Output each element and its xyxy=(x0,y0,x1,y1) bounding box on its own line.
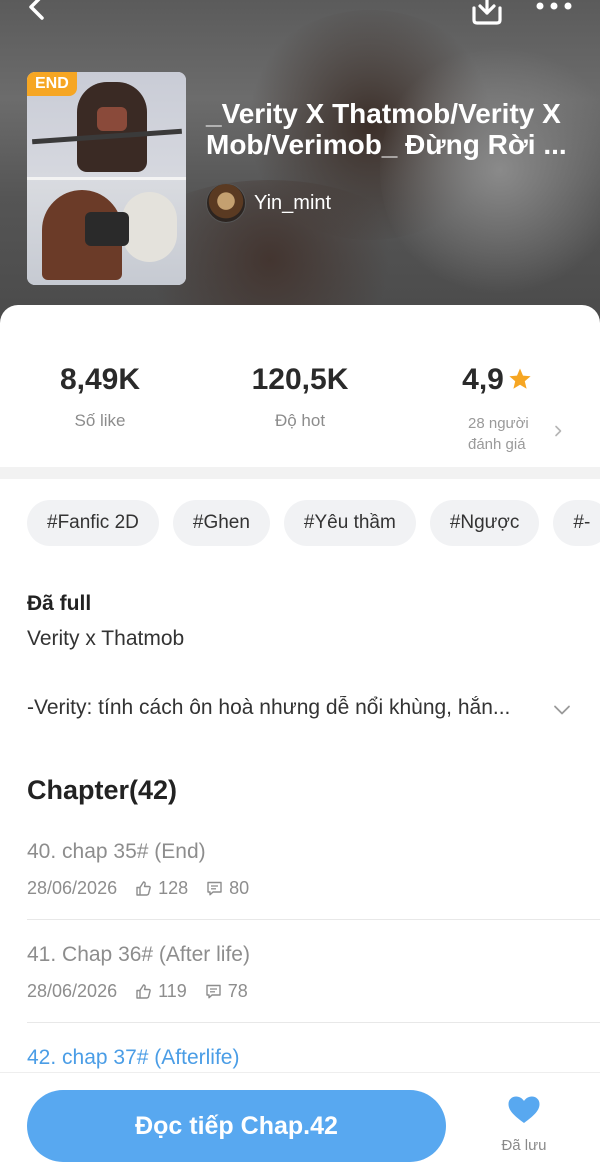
more-options-button[interactable] xyxy=(535,0,575,20)
heart-icon xyxy=(508,1096,540,1123)
more-dots-icon xyxy=(536,2,572,10)
chapter-comments: 78 xyxy=(227,981,248,1001)
rating-value-row: 4,9 xyxy=(397,363,597,397)
bottom-action-bar: Đọc tiếp Chap.42 Đã lưu xyxy=(0,1072,600,1163)
stats-row: 8,49K Số like 120,5K Độ hot 4,9 28 người… xyxy=(0,305,600,465)
continue-reading-button[interactable]: Đọc tiếp Chap.42 xyxy=(27,1090,446,1162)
chapters-heading: Chapter(42) xyxy=(27,775,178,805)
content-sheet: 8,49K Số like 120,5K Độ hot 4,9 28 người… xyxy=(0,305,600,1163)
tag-chip[interactable]: #Ghen xyxy=(172,500,270,546)
chapter-meta: 28/06/2026 128 80 xyxy=(27,878,249,899)
stat-likes: 8,49K Số like xyxy=(0,363,200,431)
tag-chip[interactable]: #Yêu thầm xyxy=(283,500,416,546)
author-link[interactable]: Yin_mint xyxy=(206,183,331,223)
hot-label: Độ hot xyxy=(274,411,326,430)
chevron-down-icon[interactable] xyxy=(553,701,571,719)
chapter-likes: 128 xyxy=(158,878,189,898)
rating-count-line1: 28 người xyxy=(468,415,529,432)
rating-value: 4,9 xyxy=(462,363,504,396)
likes-label: Số like xyxy=(74,411,126,430)
chapter-date: 28/06/2026 xyxy=(27,878,118,898)
rating-count-label[interactable]: 28 người đánh giá xyxy=(468,413,529,455)
back-button[interactable] xyxy=(22,0,52,24)
top-bar xyxy=(0,0,600,40)
story-title: _Verity X Thatmob/Verity X Mob/Verimob_ … xyxy=(206,98,567,160)
chapter-item[interactable]: 40. chap 35# (End) 28/06/2026 128 80 xyxy=(0,840,600,943)
chapter-date: 28/06/2026 xyxy=(27,981,118,1001)
rating-count-line2: đánh giá xyxy=(468,436,526,453)
story-subtitle: Verity x Thatmob xyxy=(27,627,185,650)
author-name: Yin_mint xyxy=(254,191,332,214)
chapter-title: 40. chap 35# (End) xyxy=(27,840,206,863)
chapter-meta: 28/06/2026 119 78 xyxy=(27,981,248,1002)
chapter-likes: 119 xyxy=(158,981,187,1001)
stat-rating[interactable]: 4,9 xyxy=(397,363,597,397)
story-status: Đã full xyxy=(27,592,92,615)
chapter-title: 41. Chap 36# (After life) xyxy=(27,943,250,966)
chevron-right-icon[interactable] xyxy=(552,425,564,437)
download-icon xyxy=(472,0,502,25)
thumbs-up-icon xyxy=(136,984,151,999)
likes-value: 8,49K xyxy=(59,363,141,396)
end-badge: END xyxy=(27,72,77,96)
cover-image[interactable]: END xyxy=(27,72,186,285)
stat-hot: 120,5K Độ hot xyxy=(200,363,400,431)
story-description[interactable]: -Verity: tính cách ôn hoà nhưng dễ nổi k… xyxy=(27,696,547,720)
section-divider xyxy=(0,467,600,479)
tag-list: #Fanfic 2D #Ghen #Yêu thầm #Ngược #- xyxy=(27,500,600,548)
saved-button[interactable]: Đã lưu xyxy=(494,1095,554,1161)
tag-chip[interactable]: #Ngược xyxy=(429,500,540,546)
chapter-comments: 80 xyxy=(229,878,250,898)
hot-value: 120,5K xyxy=(251,363,349,396)
tag-chip[interactable]: #- xyxy=(553,500,600,546)
tag-chip[interactable]: #Fanfic 2D xyxy=(27,500,159,546)
download-button[interactable] xyxy=(470,0,504,26)
chapter-title: 42. chap 37# (Afterlife) xyxy=(27,1046,240,1069)
divider xyxy=(27,919,600,920)
chapter-item[interactable]: 41. Chap 36# (After life) 28/06/2026 119… xyxy=(0,943,600,1046)
star-icon xyxy=(509,368,531,389)
saved-label: Đã lưu xyxy=(501,1137,547,1154)
comment-icon xyxy=(207,881,222,896)
chevron-left-icon xyxy=(29,0,44,20)
divider xyxy=(27,1022,600,1023)
comment-icon xyxy=(206,984,221,999)
avatar xyxy=(206,183,246,223)
thumbs-up-icon xyxy=(136,881,151,896)
